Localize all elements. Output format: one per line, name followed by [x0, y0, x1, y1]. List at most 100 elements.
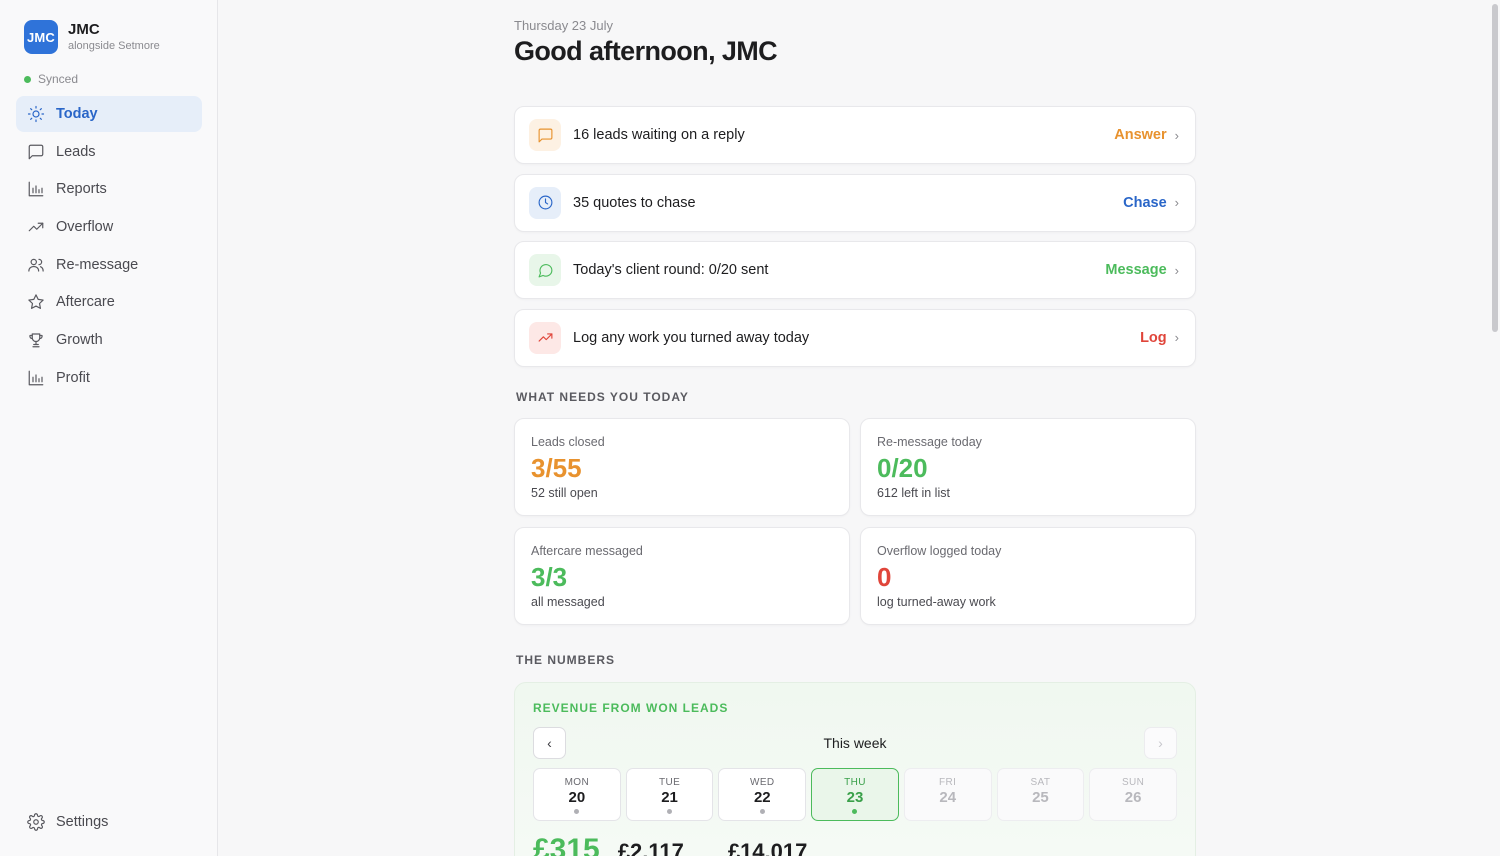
- sidebar-item-growth[interactable]: Growth: [16, 322, 202, 358]
- day-selector: MON 20 TUE 21 WED 22 THU 23 FRI 24 SAT 25 SUN 26: [533, 768, 1177, 821]
- current-date: Thursday 23 July: [514, 18, 613, 33]
- chevron-right-icon: ›: [1174, 195, 1179, 210]
- message-square-icon: [529, 119, 561, 151]
- action-link-label: Log: [1140, 329, 1167, 346]
- stat-card[interactable]: Overflow logged today 0 log turned-away wo…: [860, 527, 1196, 625]
- star-icon: [26, 292, 46, 312]
- action-link-label: Message: [1105, 262, 1167, 278]
- day-name: WED: [750, 777, 775, 788]
- action-row-chase[interactable]: 35 quotes to chase Chase ›: [514, 173, 1196, 232]
- day-name: THU: [844, 777, 866, 788]
- stat-value: 0/20: [877, 453, 928, 483]
- day-wed[interactable]: WED 22: [718, 768, 807, 821]
- day-indicator-dot: [759, 809, 765, 814]
- day-thu[interactable]: THU 23: [811, 768, 899, 821]
- week-label: This week: [823, 735, 887, 751]
- sidebar-nav: Today Leads Reports Overflow Re-message After…: [16, 96, 202, 398]
- clock-icon: [529, 186, 561, 219]
- day-number: 25: [1032, 789, 1049, 806]
- action-row-answer[interactable]: 16 leads waiting on a reply Answer ›: [514, 106, 1196, 164]
- gear-icon: [26, 812, 46, 832]
- day-sun: SUN 26: [1089, 768, 1177, 821]
- sidebar-item-label: Overflow: [56, 219, 114, 236]
- revenue-totals: £315 £2,117 £14,017: [533, 833, 851, 856]
- day-sat: SAT 25: [996, 768, 1085, 821]
- stat-subtext: 52 still open: [531, 486, 598, 500]
- sidebar-item-reports[interactable]: Reports: [16, 171, 202, 207]
- revenue-total: £2,117: [617, 839, 684, 856]
- stat-subtext: all messaged: [531, 595, 605, 609]
- chevron-right-icon: ›: [1158, 735, 1163, 751]
- settings-label: Settings: [56, 814, 109, 830]
- day-mon[interactable]: MON 20: [533, 768, 621, 821]
- users-icon: [26, 255, 46, 275]
- action-text: Log any work you turned away today: [573, 329, 810, 346]
- action-list: 16 leads waiting on a reply Answer › 35 quo…: [514, 106, 1196, 376]
- sync-status-dot: [24, 75, 31, 83]
- day-number: 24: [939, 789, 957, 806]
- section-heading-numbers: THE NUMBERS: [516, 653, 616, 667]
- sidebar-item-label: Today: [56, 106, 98, 122]
- day-indicator-dot: [852, 809, 858, 814]
- sidebar-item-re-message[interactable]: Re-message: [16, 247, 202, 283]
- stat-card[interactable]: Re-message today 0/20 612 left in list: [860, 418, 1196, 516]
- revenue-total-today: £315: [533, 833, 600, 856]
- brand[interactable]: JMC JMC alongside Setmore: [24, 20, 160, 54]
- week-navigator: ‹ This week ›: [533, 727, 1177, 759]
- trending-up-icon: [529, 321, 561, 354]
- settings-link[interactable]: Settings: [26, 812, 108, 832]
- stat-label: Leads closed: [531, 435, 605, 449]
- day-name: SUN: [1121, 777, 1145, 788]
- chevron-right-icon: ›: [1174, 127, 1179, 143]
- brand-subtitle: alongside Setmore: [68, 40, 160, 52]
- day-tue[interactable]: TUE 21: [625, 768, 714, 821]
- sidebar: JMC JMC alongside Setmore Synced Today Le…: [0, 0, 218, 856]
- day-name: MON: [564, 777, 590, 788]
- next-week-button[interactable]: ›: [1144, 727, 1177, 759]
- action-link-label: Answer: [1114, 127, 1167, 143]
- stat-value: 3/3: [531, 562, 568, 592]
- sidebar-item-profit[interactable]: Profit: [16, 360, 202, 396]
- day-indicator-dot: [667, 809, 673, 814]
- brand-name: JMC: [68, 21, 100, 38]
- day-fri: FRI 24: [903, 768, 992, 821]
- sidebar-item-label: Re-message: [56, 256, 139, 273]
- sync-status: Synced: [24, 72, 78, 86]
- sun-icon: [26, 104, 46, 124]
- prev-week-button[interactable]: ‹: [533, 727, 566, 759]
- chevron-right-icon: ›: [1174, 262, 1179, 278]
- sidebar-item-label: Reports: [56, 181, 107, 198]
- message-square-icon: [26, 142, 46, 162]
- sidebar-item-overflow[interactable]: Overflow: [16, 209, 202, 245]
- day-name: SAT: [1030, 777, 1051, 788]
- sync-status-label: Synced: [38, 72, 79, 86]
- page-scrollbar[interactable]: [1492, 4, 1498, 332]
- stat-card[interactable]: Leads closed 3/55 52 still open: [514, 418, 850, 516]
- revenue-title: REVENUE FROM WON LEADS: [533, 701, 729, 715]
- action-link-log[interactable]: Log ›: [1140, 330, 1179, 346]
- sidebar-item-aftercare[interactable]: Aftercare: [16, 284, 202, 320]
- stat-label: Re-message today: [877, 435, 982, 449]
- action-text: 35 quotes to chase: [573, 194, 696, 211]
- trophy-icon: [26, 330, 46, 350]
- day-number: 22: [753, 789, 771, 806]
- action-link-answer[interactable]: Answer ›: [1114, 127, 1179, 143]
- day-number: 26: [1124, 789, 1142, 806]
- day-number: 23: [846, 789, 864, 806]
- stat-card[interactable]: Aftercare messaged 3/3 all messaged: [514, 527, 850, 625]
- sidebar-item-today[interactable]: Today: [16, 96, 202, 132]
- stat-subtext: log turned-away work: [877, 595, 996, 609]
- action-row-message[interactable]: Today's client round: 0/20 sent Message ›: [514, 241, 1196, 299]
- action-row-log[interactable]: Log any work you turned away today Log ›: [514, 308, 1196, 367]
- stat-subtext: 612 left in list: [877, 486, 950, 500]
- action-link-message[interactable]: Message ›: [1105, 262, 1179, 278]
- sidebar-item-leads[interactable]: Leads: [16, 134, 202, 170]
- day-number: 20: [568, 789, 586, 806]
- stat-value: 3/55: [531, 453, 582, 483]
- trending-up-icon: [26, 217, 46, 237]
- action-text: 16 leads waiting on a reply: [573, 127, 745, 143]
- brand-logo: JMC: [24, 20, 58, 54]
- action-link-label: Chase: [1123, 194, 1167, 211]
- page-title: Good afternoon, JMC: [514, 36, 778, 66]
- action-link-chase[interactable]: Chase ›: [1123, 195, 1179, 211]
